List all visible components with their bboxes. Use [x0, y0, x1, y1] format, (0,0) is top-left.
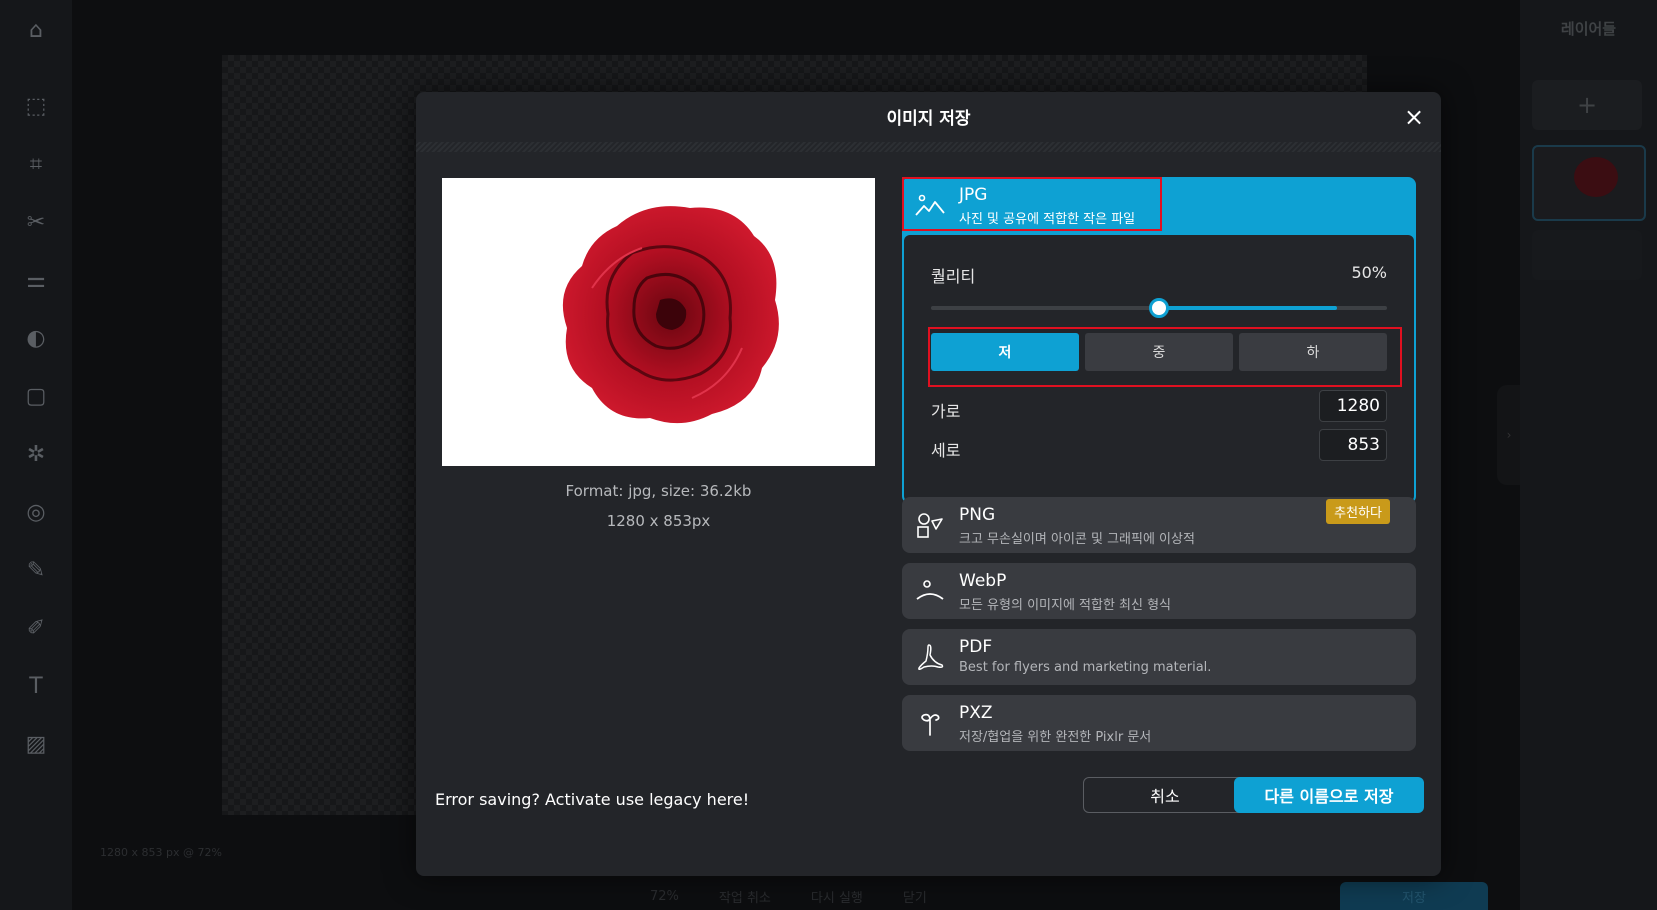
shapes-icon	[917, 513, 943, 538]
format-option-pdf[interactable]: PDF Best for flyers and marketing materi…	[902, 629, 1416, 685]
quality-value: 50%	[1351, 263, 1387, 282]
format-name: JPG	[959, 185, 988, 205]
cut-icon[interactable]: ✂	[18, 204, 54, 240]
width-input[interactable]	[1319, 390, 1387, 422]
zoom-level[interactable]: 72%	[650, 889, 679, 904]
layer-thumbnail[interactable]	[1532, 145, 1646, 221]
close-icon[interactable]: ×	[1403, 103, 1425, 131]
format-option-webp[interactable]: WebP 모든 유형의 이미지에 적합한 최신 형식	[902, 563, 1416, 619]
add-layer-button[interactable]: +	[1532, 80, 1642, 130]
bottom-save-button[interactable]: 저장	[1340, 882, 1488, 910]
slider-fill	[1159, 306, 1337, 310]
width-label: 가로	[931, 402, 961, 421]
image-preview	[442, 178, 875, 466]
rose-image	[562, 206, 779, 424]
format-name: PXZ	[959, 703, 993, 723]
file-dimensions: 1280 x 853px	[606, 512, 711, 530]
save-as-button[interactable]: 다른 이름으로 저장	[1234, 777, 1424, 813]
layer-slot	[1532, 230, 1642, 280]
save-image-dialog: 이미지 저장 × Format: jpg, size: 36.2kb 1280 …	[416, 92, 1441, 876]
quality-preset-group: 저 중 하	[931, 333, 1387, 371]
format-name: PDF	[959, 637, 993, 657]
select-icon[interactable]: ⬚	[18, 88, 54, 124]
quality-label: 퀄리티	[931, 267, 976, 286]
file-format-size: Format: jpg, size: 36.2kb	[565, 482, 752, 500]
text-icon[interactable]: T	[18, 668, 54, 704]
close-doc-button[interactable]: 닫기	[903, 887, 927, 906]
webp-icon	[916, 580, 944, 600]
brush-icon[interactable]: ✎	[18, 552, 54, 588]
effect-icon[interactable]: ✲	[18, 436, 54, 472]
redo-button[interactable]: 다시 실행	[811, 887, 863, 906]
landscape-icon	[915, 194, 945, 216]
quality-medium-button[interactable]: 중	[1085, 333, 1233, 371]
panel-collapse-tab[interactable]: ›	[1497, 385, 1521, 485]
home-icon[interactable]: ⌂	[18, 12, 54, 48]
layer-thumb-image	[1574, 157, 1618, 197]
pxz-icon	[921, 713, 940, 736]
format-name: WebP	[959, 571, 1007, 591]
cancel-button[interactable]: 취소	[1083, 777, 1247, 813]
legacy-save-link[interactable]: Error saving? Activate use legacy here!	[435, 790, 749, 809]
left-toolbar: ⌂ ⬚ ⌗ ✂ ⚌ ◐ ▢ ✲ ◎ ✎ ✐ T ▨	[0, 0, 72, 910]
quality-low-button[interactable]: 저	[931, 333, 1079, 371]
header-divider	[416, 142, 1441, 152]
format-desc: 저장/협업을 위한 완전한 Pixlr 문서	[959, 730, 1152, 745]
layers-title: 레이어들	[1560, 20, 1617, 38]
pattern-icon[interactable]: ▨	[18, 726, 54, 762]
quality-slider[interactable]	[931, 298, 1387, 318]
filter-icon[interactable]: ◐	[18, 320, 54, 356]
adjust-icon[interactable]: ⚌	[18, 262, 54, 298]
format-desc: 사진 및 공유에 적합한 작은 파일	[959, 212, 1136, 227]
preview-info: Format: jpg, size: 36.2kb 1280 x 853px	[442, 476, 875, 536]
format-option-jpg[interactable]: JPG 사진 및 공유에 적합한 작은 파일 퀄리티 50% 저 중 하 가로 …	[902, 177, 1416, 504]
height-label: 세로	[931, 441, 961, 460]
jpg-options: 퀄리티 50% 저 중 하 가로 세로	[904, 235, 1414, 502]
canvas-status: 1280 x 853 px @ 72%	[100, 846, 222, 859]
format-desc: 모든 유형의 이미지에 적합한 최신 형식	[959, 598, 1172, 613]
format-name: PNG	[959, 505, 996, 525]
layers-panel: 레이어들 +	[1520, 0, 1657, 910]
height-input[interactable]	[1319, 429, 1387, 461]
jpg-header[interactable]: JPG 사진 및 공유에 적합한 작은 파일	[902, 177, 1416, 233]
frame-icon[interactable]: ▢	[18, 378, 54, 414]
slider-thumb[interactable]	[1149, 298, 1169, 318]
format-desc: 크고 무손실이며 아이콘 및 그래픽에 이상적	[959, 532, 1195, 547]
format-desc: Best for flyers and marketing material.	[959, 660, 1212, 675]
format-option-png[interactable]: PNG 크고 무손실이며 아이콘 및 그래픽에 이상적 추천하다	[902, 497, 1416, 553]
crop-icon[interactable]: ⌗	[18, 146, 54, 182]
format-option-pxz[interactable]: PXZ 저장/협업을 위한 완전한 Pixlr 문서	[902, 695, 1416, 751]
quality-high-button[interactable]: 하	[1239, 333, 1387, 371]
liquify-icon[interactable]: ◎	[18, 494, 54, 530]
pdf-icon	[918, 644, 944, 671]
undo-button[interactable]: 작업 취소	[719, 887, 771, 906]
retouch-icon[interactable]: ✐	[18, 610, 54, 646]
dialog-title: 이미지 저장	[886, 109, 971, 129]
recommended-badge: 추천하다	[1326, 499, 1390, 524]
